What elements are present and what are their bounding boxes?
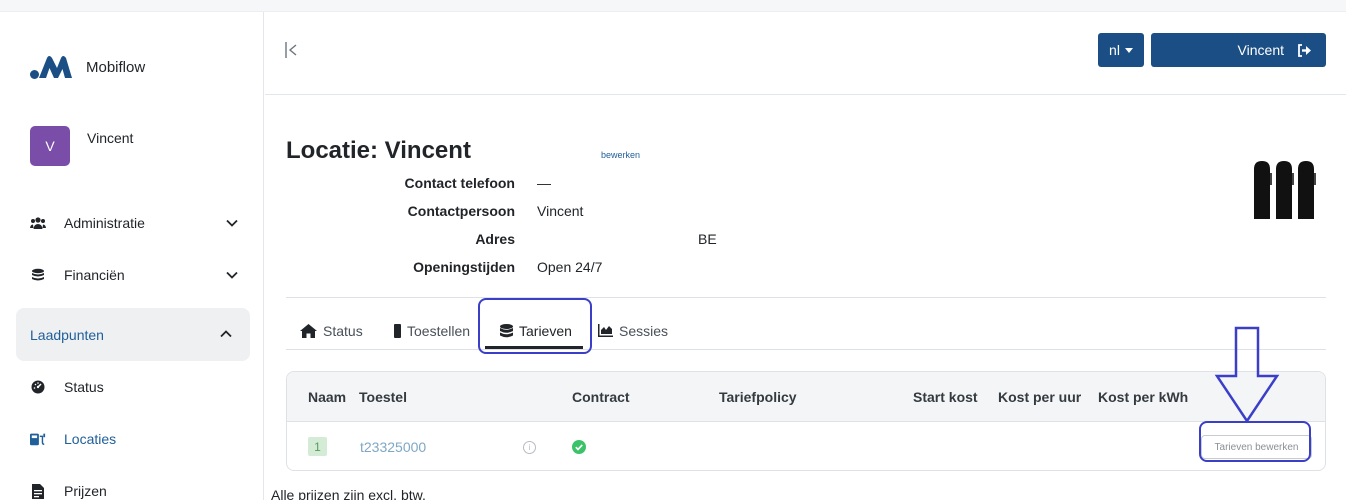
user-name: Vincent — [87, 130, 134, 146]
sidebar-item-locaties[interactable]: Locaties — [16, 414, 250, 464]
coins-icon — [30, 267, 46, 283]
chevron-down-icon — [226, 219, 238, 227]
chevron-up-icon — [220, 330, 232, 338]
home-icon — [300, 323, 317, 338]
info-value: — — [537, 175, 551, 191]
sidebar-item-label: Status — [64, 379, 104, 395]
sidebar-item-label: Laadpunten — [30, 326, 104, 343]
annotation-arrow-down-icon — [1214, 326, 1280, 424]
column-header-kost-per-kwh: Kost per kWh — [1098, 389, 1189, 405]
gauge-icon — [30, 379, 46, 395]
column-header-naam: Naam — [308, 389, 347, 405]
caret-down-icon — [1124, 47, 1133, 53]
info-key: Adres — [475, 231, 515, 247]
info-key: Contactpersoon — [407, 203, 515, 219]
users-icon — [30, 215, 46, 231]
location-charger-icon — [30, 431, 46, 447]
sidebar-item-label: Prijzen — [64, 483, 107, 499]
footnote: Alle prijzen zijn excl. btw. — [271, 487, 426, 500]
brand[interactable]: Mobiflow — [30, 52, 145, 82]
brand-name: Mobiflow — [86, 58, 146, 76]
info-value: BE — [698, 231, 717, 247]
collapse-sidebar-button[interactable] — [284, 40, 300, 60]
user-profile[interactable]: V Vincent — [30, 126, 133, 166]
tab-status[interactable]: Status — [300, 312, 363, 349]
sidebar-item-label: Administratie — [64, 215, 145, 231]
area-chart-icon — [598, 324, 613, 337]
header-divider — [265, 94, 1346, 95]
column-header-tariefpolicy: Tariefpolicy — [719, 389, 797, 405]
annotation-highlight-tab — [478, 298, 592, 354]
info-value: Vincent — [537, 203, 584, 219]
tabs: Status Toestellen Tarieven Sessies — [286, 312, 1326, 350]
column-header-start-kost: Start kost — [913, 389, 978, 405]
info-icon[interactable]: i — [523, 441, 536, 454]
sidebar-item-laadpunten[interactable]: Laadpunten — [16, 308, 250, 361]
toestel-link[interactable]: t23325000 — [360, 439, 426, 455]
tab-sessies[interactable]: Sessies — [598, 312, 668, 349]
column-header-kost-per-uur: Kost per uur — [998, 389, 1082, 405]
info-value: Open 24/7 — [537, 259, 603, 275]
chevron-down-icon — [226, 271, 238, 279]
user-button-label: Vincent — [1237, 42, 1284, 58]
document-icon — [30, 483, 46, 499]
chargers-icon — [1254, 161, 1316, 219]
page-title: Locatie: Vincent — [286, 137, 471, 164]
device-icon — [394, 323, 401, 338]
tab-toestellen[interactable]: Toestellen — [394, 312, 470, 349]
check-circle-icon — [572, 440, 586, 454]
sign-out-icon — [1298, 43, 1311, 57]
edit-location-link[interactable]: bewerken — [601, 150, 640, 160]
annotation-highlight-button — [1199, 421, 1311, 462]
sidebar-item-label: Financiën — [64, 267, 125, 283]
table-row: 1 t23325000 i Tarieven bewerken — [287, 422, 1325, 470]
column-header-contract: Contract — [572, 389, 630, 405]
language-dropdown[interactable]: nl — [1098, 33, 1144, 67]
sidebar-item-status[interactable]: Status — [16, 362, 250, 412]
section-divider — [286, 297, 1326, 298]
info-key: Openingstijden — [413, 259, 515, 275]
language-label: nl — [1109, 42, 1120, 58]
sidebar-item-financien[interactable]: Financiën — [16, 250, 250, 300]
collapse-left-icon — [285, 42, 297, 58]
row-number-badge: 1 — [308, 437, 327, 456]
top-strip — [0, 0, 1346, 12]
mobiflow-logo-icon — [30, 56, 72, 79]
user-logout-button[interactable]: Vincent — [1151, 33, 1326, 67]
tab-label: Sessies — [619, 322, 669, 339]
info-key: Contact telefoon — [404, 175, 515, 191]
tab-label: Toestellen — [407, 322, 471, 339]
tab-label: Status — [323, 322, 363, 339]
sidebar-item-prijzen[interactable]: Prijzen — [16, 466, 250, 500]
sidebar-item-label: Locaties — [64, 431, 117, 447]
table-header: Naam Toestel Contract Tariefpolicy Start… — [287, 372, 1325, 422]
column-header-toestel: Toestel — [359, 389, 407, 405]
avatar: V — [30, 126, 70, 166]
sidebar-item-administratie[interactable]: Administratie — [16, 198, 250, 248]
rates-table: Naam Toestel Contract Tariefpolicy Start… — [286, 371, 1326, 471]
